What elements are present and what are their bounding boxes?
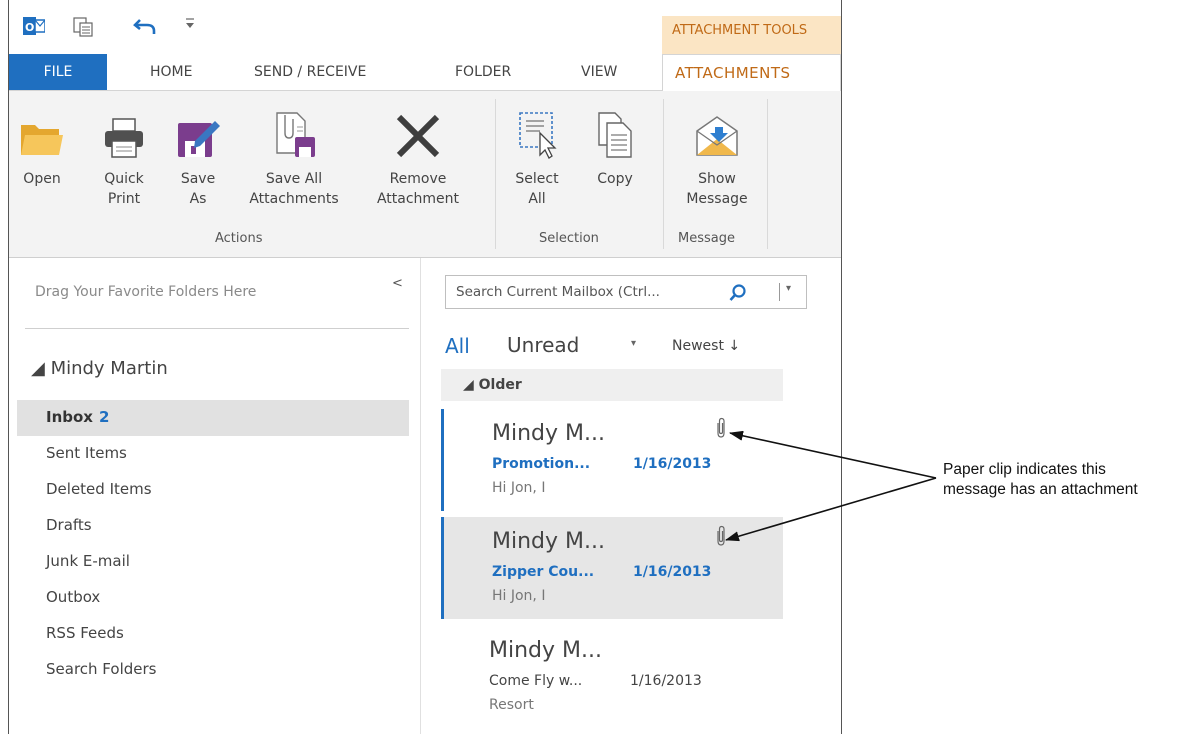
annotation-callout: Paper clip indicates this message has an… bbox=[943, 460, 1138, 500]
callout-arrow bbox=[729, 430, 937, 479]
annotation-line-1: Paper clip indicates this bbox=[943, 461, 1106, 478]
annotation-line-2: message has an attachment bbox=[943, 481, 1138, 498]
callout-arrow bbox=[725, 477, 937, 542]
callout-arrows bbox=[725, 430, 937, 542]
